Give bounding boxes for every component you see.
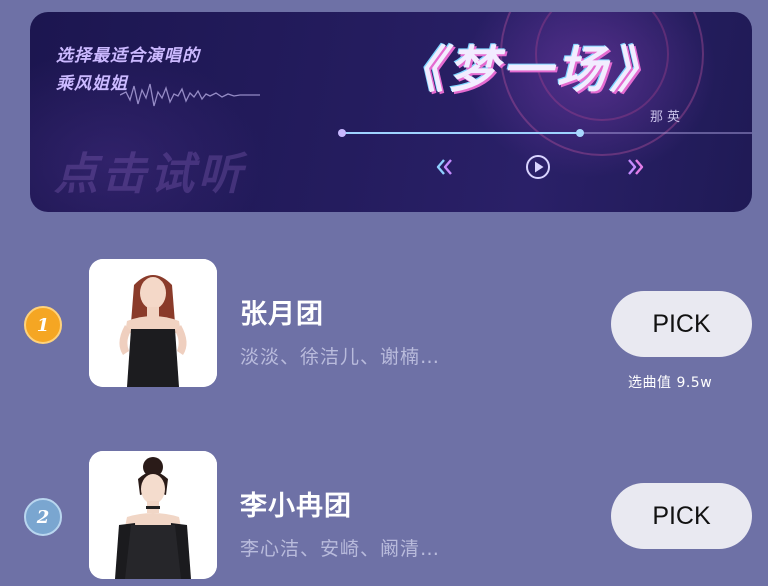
tagline-line-1: 选择最适合演唱的: [56, 46, 200, 66]
listen-prompt[interactable]: 点击试听: [54, 138, 246, 202]
progress-knob[interactable]: [575, 129, 584, 137]
play-icon: [526, 155, 550, 179]
group-row-1: 1 张月团 淡淡、徐洁儿、谢楠… PICK 选曲值 9.5w: [0, 254, 768, 394]
group-name: 李小冉团: [240, 491, 352, 522]
fast-forward-button[interactable]: [620, 156, 650, 178]
play-button[interactable]: [525, 155, 551, 179]
soundwave-icon: [120, 83, 260, 107]
rewind-button[interactable]: [430, 156, 460, 178]
song-title: 《梦一场》: [394, 40, 664, 99]
group-name: 张月团: [240, 299, 324, 330]
progress-fill: [342, 132, 580, 134]
vote-count: 选曲值 9.5w: [628, 375, 713, 391]
song-preview-banner[interactable]: 选择最适合演唱的 乘风姐姐 点击试听 《梦一场》 那英: [30, 12, 752, 212]
playback-progress-bar[interactable]: [338, 129, 752, 137]
fast-forward-icon: [628, 159, 644, 175]
avatar[interactable]: [89, 259, 217, 387]
group-members: 淡淡、徐洁儿、谢楠…: [240, 346, 441, 368]
avatar-portrait: [89, 451, 217, 579]
pick-button[interactable]: PICK: [611, 291, 752, 357]
singer-name: 那英: [650, 110, 685, 125]
avatar-portrait: [89, 259, 217, 387]
pick-button[interactable]: PICK: [611, 483, 752, 549]
group-row-2: 2 李小冉团 李心洁、安崎、阚清… PICK: [0, 446, 768, 586]
rewind-icon: [436, 159, 452, 175]
rank-badge: 1: [24, 306, 62, 344]
group-members: 李心洁、安崎、阚清…: [240, 538, 441, 560]
avatar[interactable]: [89, 451, 217, 579]
progress-start-dot: [338, 129, 346, 137]
rank-badge: 2: [24, 498, 62, 536]
